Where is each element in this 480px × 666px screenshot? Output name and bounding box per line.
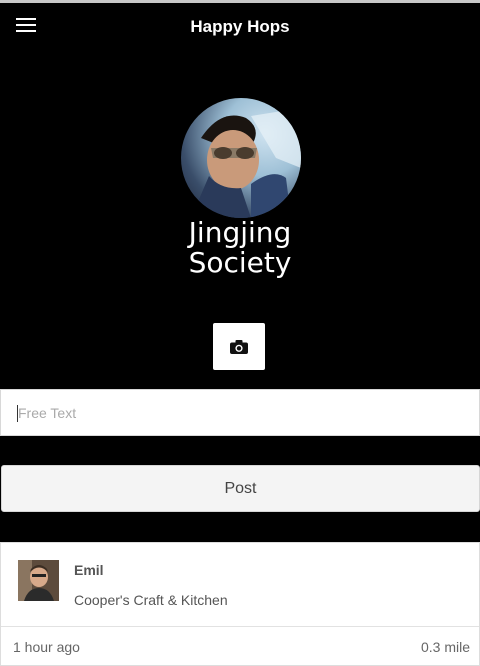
post-distance: 0.3 mile	[420, 639, 470, 655]
post-user-name: Emil	[74, 562, 104, 578]
text-caret	[17, 405, 18, 422]
post-time: 1 hour ago	[13, 639, 80, 655]
camera-button[interactable]	[213, 323, 265, 370]
app-header: Happy Hops	[0, 3, 480, 49]
profile-name: Jingjing Society	[0, 218, 480, 278]
post-venue: Cooper's Craft & Kitchen	[74, 592, 228, 608]
profile-name-line2: Society	[188, 246, 292, 279]
profile-avatar	[181, 98, 301, 218]
user-avatar	[18, 560, 59, 601]
free-text-input[interactable]	[1, 390, 479, 435]
free-text-field[interactable]	[0, 389, 480, 436]
feed-item[interactable]: Emil Cooper's Craft & Kitchen 1 hour ago…	[0, 542, 480, 666]
camera-icon	[230, 339, 248, 354]
post-button[interactable]: Post	[1, 465, 480, 512]
profile-name-line1: Jingjing	[188, 216, 292, 249]
app-title: Happy Hops	[190, 17, 290, 36]
feed-item-footer: 1 hour ago 0.3 mile	[1, 627, 479, 665]
feed-item-body: Emil Cooper's Craft & Kitchen	[1, 543, 479, 627]
